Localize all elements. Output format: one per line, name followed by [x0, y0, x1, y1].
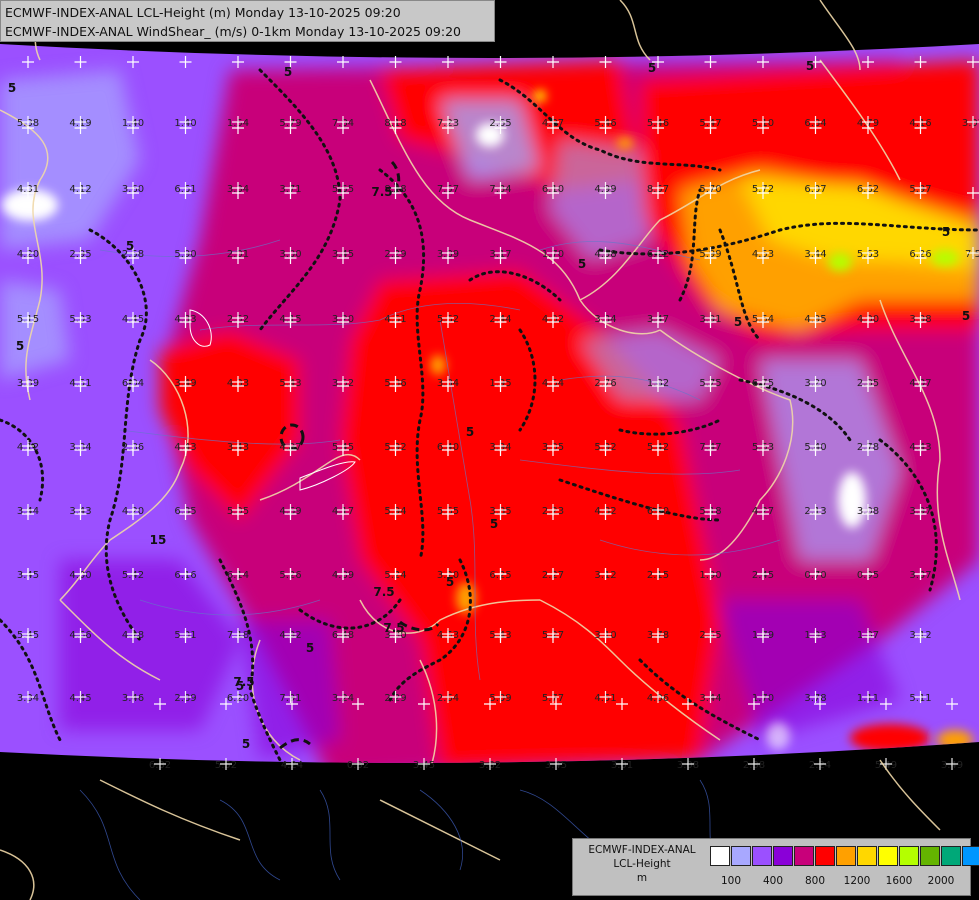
legend-title-line-3: m: [636, 872, 648, 884]
legend-tick-label: 800: [804, 875, 826, 887]
contour-label: 5: [806, 59, 814, 73]
legend-swatch: [920, 846, 940, 866]
contour-label: 7.5: [233, 675, 254, 689]
legend-title-line-1: ECMWF-INDEX-ANAL: [588, 844, 696, 856]
legend-swatch: [857, 846, 877, 866]
contour-label: 5: [466, 425, 474, 439]
legend-title: ECMWF-INDEX-ANAL LCL-Height m: [575, 843, 709, 885]
contour-label: 5: [446, 575, 454, 589]
contour-label: 15: [150, 533, 167, 547]
legend-swatch: [794, 846, 814, 866]
contour-label: 5: [578, 257, 586, 271]
legend-tick-label: 400: [762, 875, 784, 887]
contour-label: 7.5: [373, 585, 394, 599]
legend-ticks: 100 400 800 1200 1600 2000: [710, 875, 970, 889]
legend-tick-label: 1200: [843, 875, 871, 887]
legend-tick-label: 2000: [927, 875, 955, 887]
contour-label: 7.5: [383, 621, 404, 635]
legend-swatch: [962, 846, 979, 866]
legend-tick-label: 1600: [885, 875, 913, 887]
contour-label: 5: [962, 309, 970, 323]
legend-swatches: [710, 846, 979, 866]
legend-swatch: [731, 846, 751, 866]
legend-swatch: [878, 846, 898, 866]
legend-tick-label: 100: [720, 875, 742, 887]
weather-map: 5.38 4.19 1.40 1.40 1.54 5.79 7.84 8.18 7.23 2.65…: [0, 0, 979, 900]
contour-label: 5: [284, 65, 292, 79]
contour-label: 5: [306, 641, 314, 655]
header-line-lcl: ECMWF-INDEX-ANAL LCL-Height (m) Monday 1…: [5, 5, 401, 20]
grid-value: 3.07: [962, 118, 979, 129]
contour-label: 7.5: [371, 185, 392, 199]
contour-label: 5: [734, 315, 742, 329]
legend-swatch: [941, 846, 961, 866]
legend-title-line-2: LCL-Height: [613, 858, 671, 870]
contour-label: 5: [16, 339, 24, 353]
contour-label: 5: [648, 61, 656, 75]
legend-swatch: [773, 846, 793, 866]
contour-label: 5: [490, 517, 498, 531]
contour-label: 5: [8, 81, 16, 95]
legend-swatch: [752, 846, 772, 866]
legend-swatch: [899, 846, 919, 866]
grid-value: 7.5: [965, 249, 979, 260]
legend-swatch: [836, 846, 856, 866]
legend-swatch: [710, 846, 730, 866]
map-canvas: 5.38 4.19 1.40 1.40 1.54 5.79 7.84 8.18 7.23 2.65…: [0, 0, 979, 900]
map-header: ECMWF-INDEX-ANAL LCL-Height (m) Monday 1…: [0, 0, 495, 42]
contour-label: 5: [942, 225, 950, 239]
contour-label: 5: [242, 737, 250, 751]
color-legend: ECMWF-INDEX-ANAL LCL-Height m 100 400 800 1…: [572, 838, 979, 896]
legend-swatch: [815, 846, 835, 866]
header-line-windshear: ECMWF-INDEX-ANAL WindShear_ (m/s) 0-1km …: [5, 24, 461, 39]
contour-label: 5: [126, 239, 134, 253]
